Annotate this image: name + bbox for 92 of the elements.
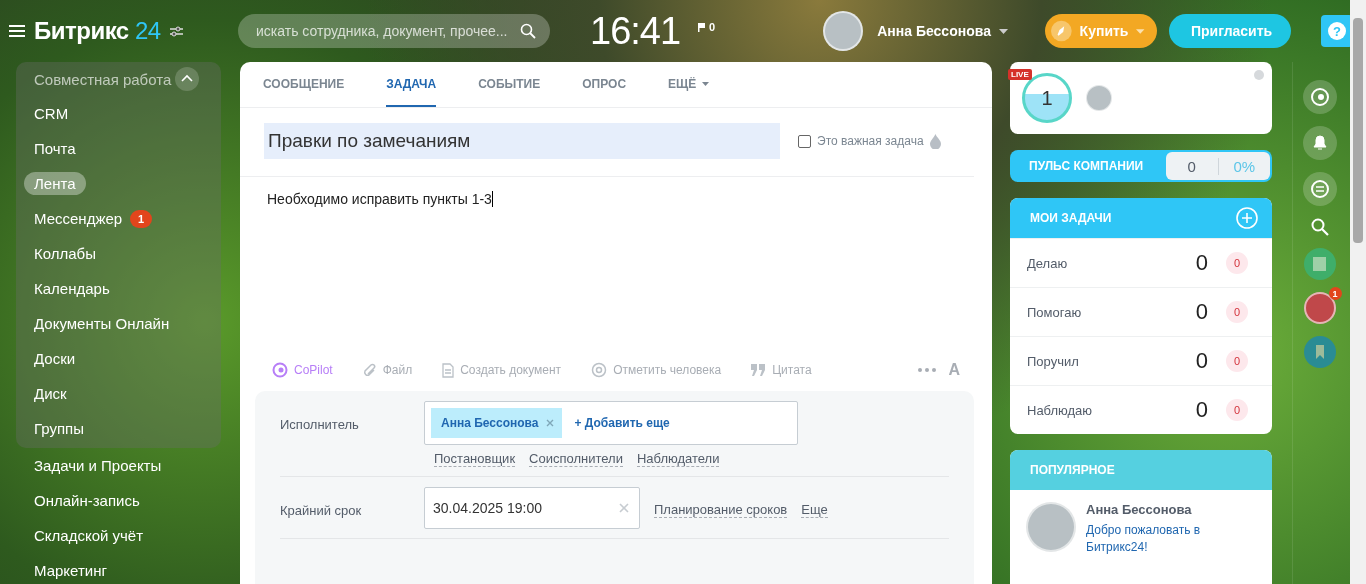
checkbox-label[interactable]: Это важная задача xyxy=(817,134,924,148)
help-icon[interactable] xyxy=(1254,70,1264,80)
flag-icon xyxy=(698,22,706,32)
user-name[interactable]: Анна Бессонова xyxy=(877,23,991,39)
user-avatar[interactable] xyxy=(1026,502,1076,552)
chat-list-icon[interactable] xyxy=(1302,172,1337,206)
pulse-value: 0 xyxy=(1166,157,1219,175)
role-link[interactable]: Наблюдатели xyxy=(636,451,720,467)
sidebar-item[interactable]: Коллабы xyxy=(34,242,96,265)
copilot-icon[interactable] xyxy=(1302,80,1337,114)
deadline-link[interactable]: Планирование сроков xyxy=(654,502,788,518)
sidebar-item[interactable]: Диск xyxy=(34,382,67,405)
role-link[interactable]: Постановщик xyxy=(434,451,516,467)
checkbox[interactable] xyxy=(798,134,811,148)
copilot-icon xyxy=(272,362,288,378)
flag-count: 0 xyxy=(709,21,716,33)
sidebar-item[interactable]: CRM xyxy=(34,102,69,125)
field-label: Крайний срок xyxy=(280,502,363,518)
quote-icon xyxy=(751,364,767,376)
search-icon[interactable] xyxy=(520,23,536,39)
flame-icon xyxy=(929,133,941,149)
sidebar-item[interactable]: Мессенджер xyxy=(34,207,123,230)
live-badge: LIVE xyxy=(1008,69,1032,80)
post-link[interactable]: Добро пожаловать в Битрикс24! xyxy=(1086,522,1216,556)
composer-tab[interactable]: ЗАДАЧА xyxy=(386,62,437,107)
deadline-link[interactable]: Еще xyxy=(801,502,828,518)
sidebar-item[interactable]: Документы Онлайн xyxy=(34,312,170,335)
composer-tab[interactable]: СООБЩЕНИЕ xyxy=(263,62,345,107)
deadline-field[interactable]: 30.04.2025 19:00 xyxy=(424,487,640,529)
menu-icon[interactable] xyxy=(9,25,25,37)
sliders-icon[interactable] xyxy=(169,25,183,37)
document-icon xyxy=(442,362,455,378)
bookmark-icon[interactable] xyxy=(1303,336,1336,368)
task-category[interactable]: Делаю xyxy=(1027,255,1196,271)
sidebar-item[interactable]: Маркетинг xyxy=(34,559,107,582)
counter-badge: 1 xyxy=(130,209,153,228)
pulse-percent: 0% xyxy=(1232,157,1257,175)
rocket-icon xyxy=(1050,20,1072,42)
composer-tab[interactable]: ЕЩЁ xyxy=(668,62,710,107)
clock: 16:41 xyxy=(590,9,681,53)
description-text[interactable]: Необходимо исправить пункты 1-3 xyxy=(240,177,992,349)
scrollbar[interactable] xyxy=(1350,0,1366,584)
counter-badge: 1 xyxy=(1328,287,1342,300)
sidebar-item[interactable]: Онлайн-запись xyxy=(34,489,140,512)
caret-icon xyxy=(1136,28,1145,34)
bell-icon[interactable] xyxy=(1302,126,1337,160)
task-count[interactable]: 0 xyxy=(1195,397,1208,423)
expired-count[interactable]: 0 xyxy=(1226,399,1248,421)
sidebar-item[interactable]: Группы xyxy=(34,417,84,440)
widget-title: ПУЛЬС КОМПАНИИ xyxy=(1029,159,1144,173)
add-link[interactable]: + Добавить еще xyxy=(574,416,670,430)
widget-title: ПОПУЛЯРНОЕ xyxy=(1030,463,1115,477)
task-category[interactable]: Наблюдаю xyxy=(1027,402,1196,418)
author-name[interactable]: Анна Бессонова xyxy=(1086,502,1216,517)
pulse-widget[interactable]: ПУЛЬС КОМПАНИИ 0 0% xyxy=(1010,150,1272,182)
sidebar-item[interactable]: Складской учёт xyxy=(34,524,144,547)
scrollbar-thumb[interactable] xyxy=(1353,18,1363,243)
menu-group-title[interactable]: Совместная работа xyxy=(34,70,172,88)
add-icon[interactable] xyxy=(1236,207,1258,229)
collapse-icon[interactable] xyxy=(175,67,200,91)
more-icon[interactable] xyxy=(918,368,937,372)
assignee-field[interactable]: Анна Бессонова + Добавить еще xyxy=(424,401,798,445)
task-title-field[interactable]: Правки по замечаниям xyxy=(264,123,780,159)
composer-tab[interactable]: ОПРОС xyxy=(582,62,627,107)
user-chip[interactable]: Анна Бессонова xyxy=(431,408,563,438)
expired-count[interactable]: 0 xyxy=(1226,252,1248,274)
task-count[interactable]: 0 xyxy=(1195,348,1208,374)
caret-icon[interactable] xyxy=(998,28,1008,34)
user-avatar[interactable] xyxy=(1086,85,1112,111)
clear-icon[interactable] xyxy=(619,503,629,513)
chat-avatar[interactable] xyxy=(1303,292,1336,324)
expired-count[interactable]: 0 xyxy=(1226,301,1248,323)
composer-tab[interactable]: СОБЫТИЕ xyxy=(478,62,541,107)
sidebar-item[interactable]: Доски xyxy=(34,347,76,370)
logo[interactable]: Битрикс 24 xyxy=(34,17,161,45)
task-category[interactable]: Поручил xyxy=(1027,353,1196,369)
role-link[interactable]: Соисполнители xyxy=(529,451,623,467)
task-count[interactable]: 0 xyxy=(1195,299,1208,325)
sidebar-item[interactable]: Почта xyxy=(34,137,76,160)
sidebar-item[interactable]: Задачи и Проекты xyxy=(34,454,162,477)
field-label: Исполнитель xyxy=(280,416,360,432)
user-avatar[interactable] xyxy=(823,11,864,51)
task-category[interactable]: Помогаю xyxy=(1027,304,1196,320)
sidebar-item[interactable]: Календарь xyxy=(34,277,110,300)
toolbar-button[interactable]: CoPilot xyxy=(272,362,333,378)
task-count[interactable]: 0 xyxy=(1195,250,1208,276)
expired-count[interactable]: 0 xyxy=(1226,350,1248,372)
paperclip-icon xyxy=(362,362,377,378)
remove-icon[interactable] xyxy=(546,419,555,427)
news-icon[interactable] xyxy=(1303,248,1336,280)
widget-title: МОИ ЗАДАЧИ xyxy=(1030,211,1112,225)
search-icon[interactable] xyxy=(1310,218,1329,236)
